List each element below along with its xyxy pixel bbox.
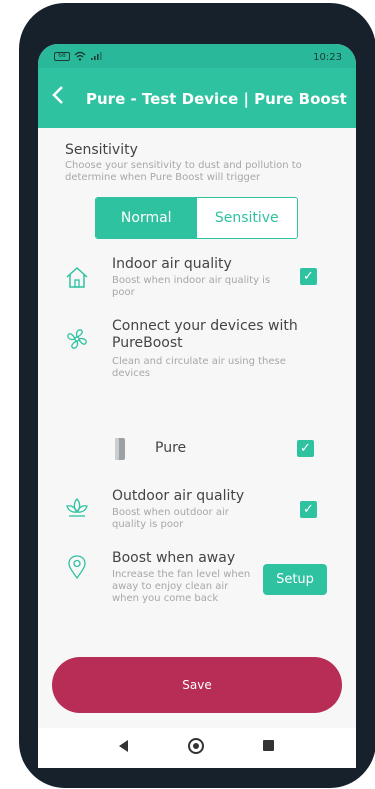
android-nav-bar: [38, 728, 356, 768]
connect-devices-description: Clean and circulate air using these devi…: [112, 356, 286, 379]
wifi-icon: [74, 51, 86, 61]
outdoor-air-checkbox[interactable]: ✓: [300, 501, 317, 518]
connect-devices-title: Connect your devices with PureBoost: [112, 318, 298, 351]
status-bar: 68 10:23: [38, 44, 356, 68]
sensitivity-toggle: Normal Sensitive: [95, 197, 298, 239]
save-button[interactable]: Save: [52, 657, 342, 713]
nav-recents-icon[interactable]: [263, 740, 274, 751]
check-icon: ✓: [303, 502, 314, 517]
screen: 68 10:23 Pure - Test Device | Pure Boost…: [38, 44, 356, 768]
nav-back-icon[interactable]: [119, 740, 128, 752]
battery-icon: 68: [54, 51, 70, 61]
sensitivity-title: Sensitivity: [65, 142, 138, 158]
signal-icon: [91, 52, 102, 60]
sensitivity-normal-option[interactable]: Normal: [96, 198, 197, 238]
indoor-air-checkbox[interactable]: ✓: [300, 268, 317, 285]
device-pure-checkbox[interactable]: ✓: [297, 440, 314, 457]
outdoor-air-description: Boost when outdoor air quality is poor: [112, 507, 229, 530]
outdoor-air-title: Outdoor air quality: [112, 488, 245, 504]
location-pin-icon: [68, 555, 86, 580]
device-name: Pure: [155, 440, 187, 456]
indoor-air-description: Boost when indoor air quality is poor: [112, 275, 271, 298]
page-title: Pure - Test Device | Pure Boost: [86, 90, 347, 108]
check-icon: ✓: [303, 269, 314, 284]
setup-button[interactable]: Setup: [263, 564, 327, 595]
settings-content: Sensitivity Choose your sensitivity to d…: [38, 128, 356, 728]
boost-away-title: Boost when away: [112, 550, 236, 566]
boost-away-description: Increase the fan level when away to enjo…: [112, 569, 251, 604]
sensitivity-sensitive-option[interactable]: Sensitive: [196, 198, 297, 238]
fan-icon: [67, 329, 87, 349]
leaf-icon: [66, 498, 88, 517]
house-icon: [66, 266, 88, 288]
check-icon: ✓: [300, 441, 311, 456]
clock: 10:23: [313, 52, 342, 63]
app-bar: Pure - Test Device | Pure Boost: [38, 68, 356, 128]
purifier-icon: [115, 438, 125, 460]
back-arrow-icon[interactable]: [52, 86, 64, 109]
sensitivity-description: Choose your sensitivity to dust and poll…: [65, 160, 302, 183]
indoor-air-title: Indoor air quality: [112, 256, 232, 272]
nav-home-icon[interactable]: [188, 738, 204, 754]
